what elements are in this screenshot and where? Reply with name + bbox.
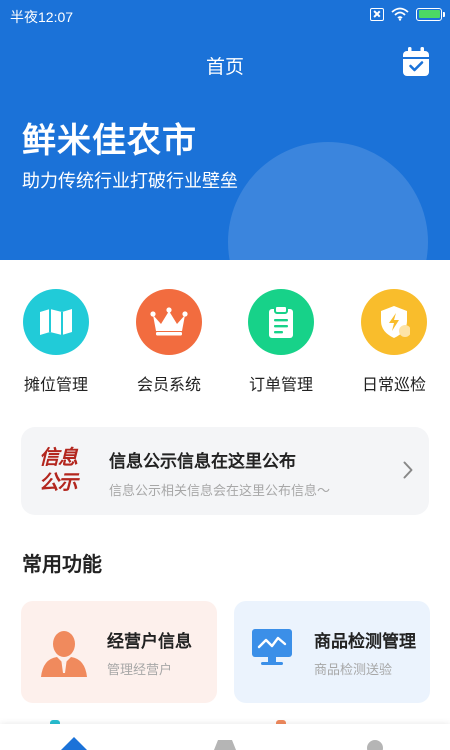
- notice-subtitle: 信息公示相关信息会在这里公布信息～: [109, 484, 331, 499]
- app-name: 鲜米佳农市: [22, 121, 197, 161]
- notice-badge: 信息 公示: [39, 445, 93, 495]
- quick-action-icon-circle: [136, 289, 202, 355]
- bottom-tab-bar: [0, 724, 450, 750]
- no-sim-icon: [370, 7, 384, 21]
- monitor-chart-icon: [252, 629, 292, 665]
- app-slogan: 助力传统行业打破行业壁垒: [22, 171, 238, 192]
- calendar-check-icon: [403, 47, 429, 76]
- tab-second[interactable]: [210, 734, 240, 750]
- wifi-icon: [391, 7, 409, 21]
- battery-level: [418, 10, 440, 18]
- card-operator-info[interactable]: 经营户信息 管理经营户: [21, 601, 217, 703]
- status-time: 半夜12:07: [10, 9, 74, 25]
- tab-profile[interactable]: [360, 734, 390, 750]
- notice-badge-line: 信息: [39, 445, 78, 469]
- status-icons: [370, 7, 445, 21]
- section-title: 常用功能: [22, 552, 102, 576]
- card-title: 商品检测管理: [314, 632, 416, 652]
- quick-action-icon-circle: [23, 289, 89, 355]
- clipboard-icon: [269, 305, 293, 338]
- quick-action-label: 会员系统: [136, 375, 201, 394]
- quick-action-member-system[interactable]: 会员系统: [124, 289, 214, 395]
- notice-title: 信息公示信息在这里公布: [109, 452, 296, 472]
- quick-action-icon-circle: [248, 289, 314, 355]
- card-product-inspection[interactable]: 商品检测管理 商品检测送验: [234, 601, 430, 703]
- hero-decoration-circle: [228, 142, 428, 260]
- home-icon: [61, 737, 87, 750]
- quick-action-order-management[interactable]: 订单管理: [236, 289, 326, 395]
- quick-action-icon-circle: [361, 289, 427, 355]
- quick-action-daily-inspection[interactable]: 日常巡检: [349, 289, 439, 395]
- quick-actions-row: 摊位管理 会员系统 订单管理 日常巡检: [0, 289, 450, 399]
- calendar-button[interactable]: [402, 47, 430, 77]
- notice-badge-line: 公示: [39, 470, 78, 494]
- hero-banner: 半夜12:07 首页 鲜米佳农市 助力传统行业打破行业壁垒: [0, 0, 450, 260]
- page-title: 首页: [205, 56, 244, 78]
- chevron-right-icon: [403, 461, 413, 479]
- crown-icon: [150, 307, 188, 336]
- quick-action-label: 订单管理: [248, 375, 313, 394]
- card-subtitle: 管理经营户: [107, 663, 173, 678]
- tab-icon: [214, 740, 236, 750]
- notice-banner[interactable]: 信息 公示 信息公示信息在这里公布 信息公示相关信息会在这里公布信息～: [21, 427, 429, 515]
- status-bar: 半夜12:07: [0, 0, 450, 30]
- quick-action-label: 日常巡检: [361, 375, 426, 394]
- battery-icon: [416, 7, 445, 21]
- tab-home[interactable]: [59, 734, 89, 750]
- merchant-person-icon: [41, 631, 87, 677]
- card-title: 经营户信息: [107, 632, 192, 652]
- user-icon: [367, 740, 383, 750]
- map-icon: [40, 309, 72, 335]
- quick-action-label: 摊位管理: [23, 375, 88, 394]
- card-subtitle: 商品检测送验: [314, 663, 393, 678]
- shield-lightning-icon: [381, 306, 410, 338]
- quick-action-booth-management[interactable]: 摊位管理: [11, 289, 101, 395]
